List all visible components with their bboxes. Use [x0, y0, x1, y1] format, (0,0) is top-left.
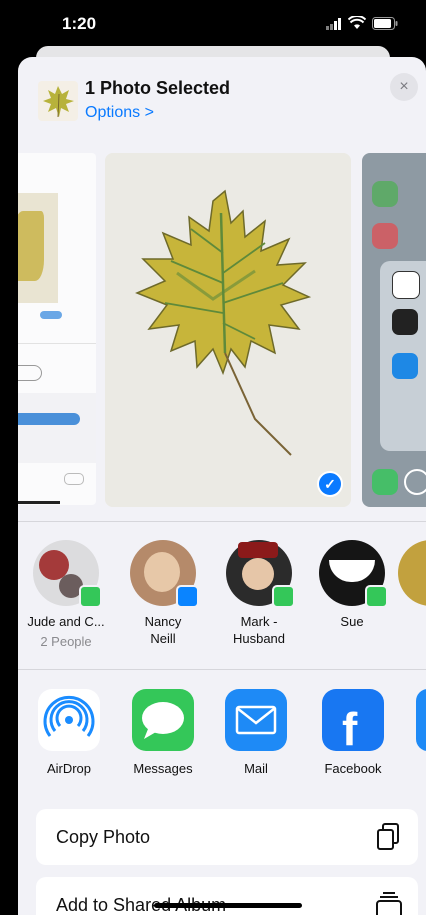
app-airdrop[interactable]: AirDrop: [24, 689, 114, 776]
avatar: [130, 540, 199, 608]
app-label: Facebook: [324, 761, 382, 776]
avatar: [33, 540, 102, 608]
mail-icon: [225, 689, 287, 751]
selected-photo-thumbnail: [38, 81, 78, 121]
avatar: [319, 540, 388, 608]
wifi-icon: [348, 16, 366, 29]
status-bar: 1:20: [0, 0, 426, 46]
leaf-photo: [105, 153, 351, 507]
signal-icon: [326, 18, 342, 30]
copy-icon: [377, 823, 399, 850]
close-button[interactable]: ×: [390, 73, 418, 101]
photo-preview-selected[interactable]: ✓: [105, 153, 351, 507]
app-label: Mail: [244, 761, 268, 776]
contact-suggestion[interactable]: Nancy Neill: [118, 540, 208, 647]
contact-suggestion[interactable]: [398, 540, 426, 606]
status-time: 1:20: [62, 14, 97, 33]
action-label: Copy Photo: [56, 827, 151, 847]
photo-preview-strip: ✓: [18, 149, 426, 521]
avatar: [226, 540, 295, 608]
messages-icon: [132, 689, 194, 751]
messages-badge-icon: [272, 585, 295, 608]
messages-badge-icon: [79, 585, 102, 608]
share-sheet: 1 Photo Selected Options > × ✓ Jude and …: [18, 57, 426, 915]
contact-subtitle: 2 People: [40, 634, 92, 649]
photo-preview-previous[interactable]: [18, 153, 96, 505]
messenger-badge-icon: [176, 585, 199, 608]
contact-suggestion[interactable]: Sue: [307, 540, 397, 630]
app-more-partial[interactable]: [416, 689, 426, 751]
contact-suggestion[interactable]: Jude and C... 2 People: [21, 540, 111, 649]
options-link[interactable]: Options >: [85, 104, 154, 122]
shared-album-icon: [376, 892, 402, 915]
airdrop-icon: [38, 689, 100, 751]
messages-badge-icon: [365, 585, 388, 608]
photo-preview-next[interactable]: [362, 153, 426, 507]
home-indicator: [154, 903, 302, 908]
divider: [18, 669, 426, 670]
contact-suggestion[interactable]: Mark - Husband: [214, 540, 304, 647]
app-label: AirDrop: [46, 761, 92, 776]
header-title: 1 Photo Selected: [85, 78, 231, 98]
app-facebook[interactable]: f Facebook: [308, 689, 398, 776]
add-to-shared-album-action[interactable]: Add to Shared Album: [36, 877, 418, 915]
share-apps-row: AirDrop Messages Mail f Facebook: [18, 677, 426, 797]
contact-name: Nancy Neill: [144, 614, 182, 646]
app-mail[interactable]: Mail: [211, 689, 301, 776]
copy-photo-action[interactable]: Copy Photo: [36, 809, 418, 865]
divider: [18, 521, 426, 522]
facebook-icon: f: [322, 689, 384, 751]
app-label: Messages: [133, 761, 193, 776]
contact-name: Sue: [340, 614, 364, 629]
status-icons: [326, 16, 398, 30]
app-messages[interactable]: Messages: [118, 689, 208, 776]
contact-name: Jude and C...: [27, 614, 105, 629]
people-suggestions: Jude and C... 2 People Nancy Neill Mark …: [18, 532, 426, 667]
share-sheet-header: 1 Photo Selected Options > ×: [18, 57, 426, 143]
battery-icon: [372, 17, 398, 30]
selected-check-icon: ✓: [317, 471, 343, 497]
contact-name: Mark - Husband: [232, 614, 286, 646]
